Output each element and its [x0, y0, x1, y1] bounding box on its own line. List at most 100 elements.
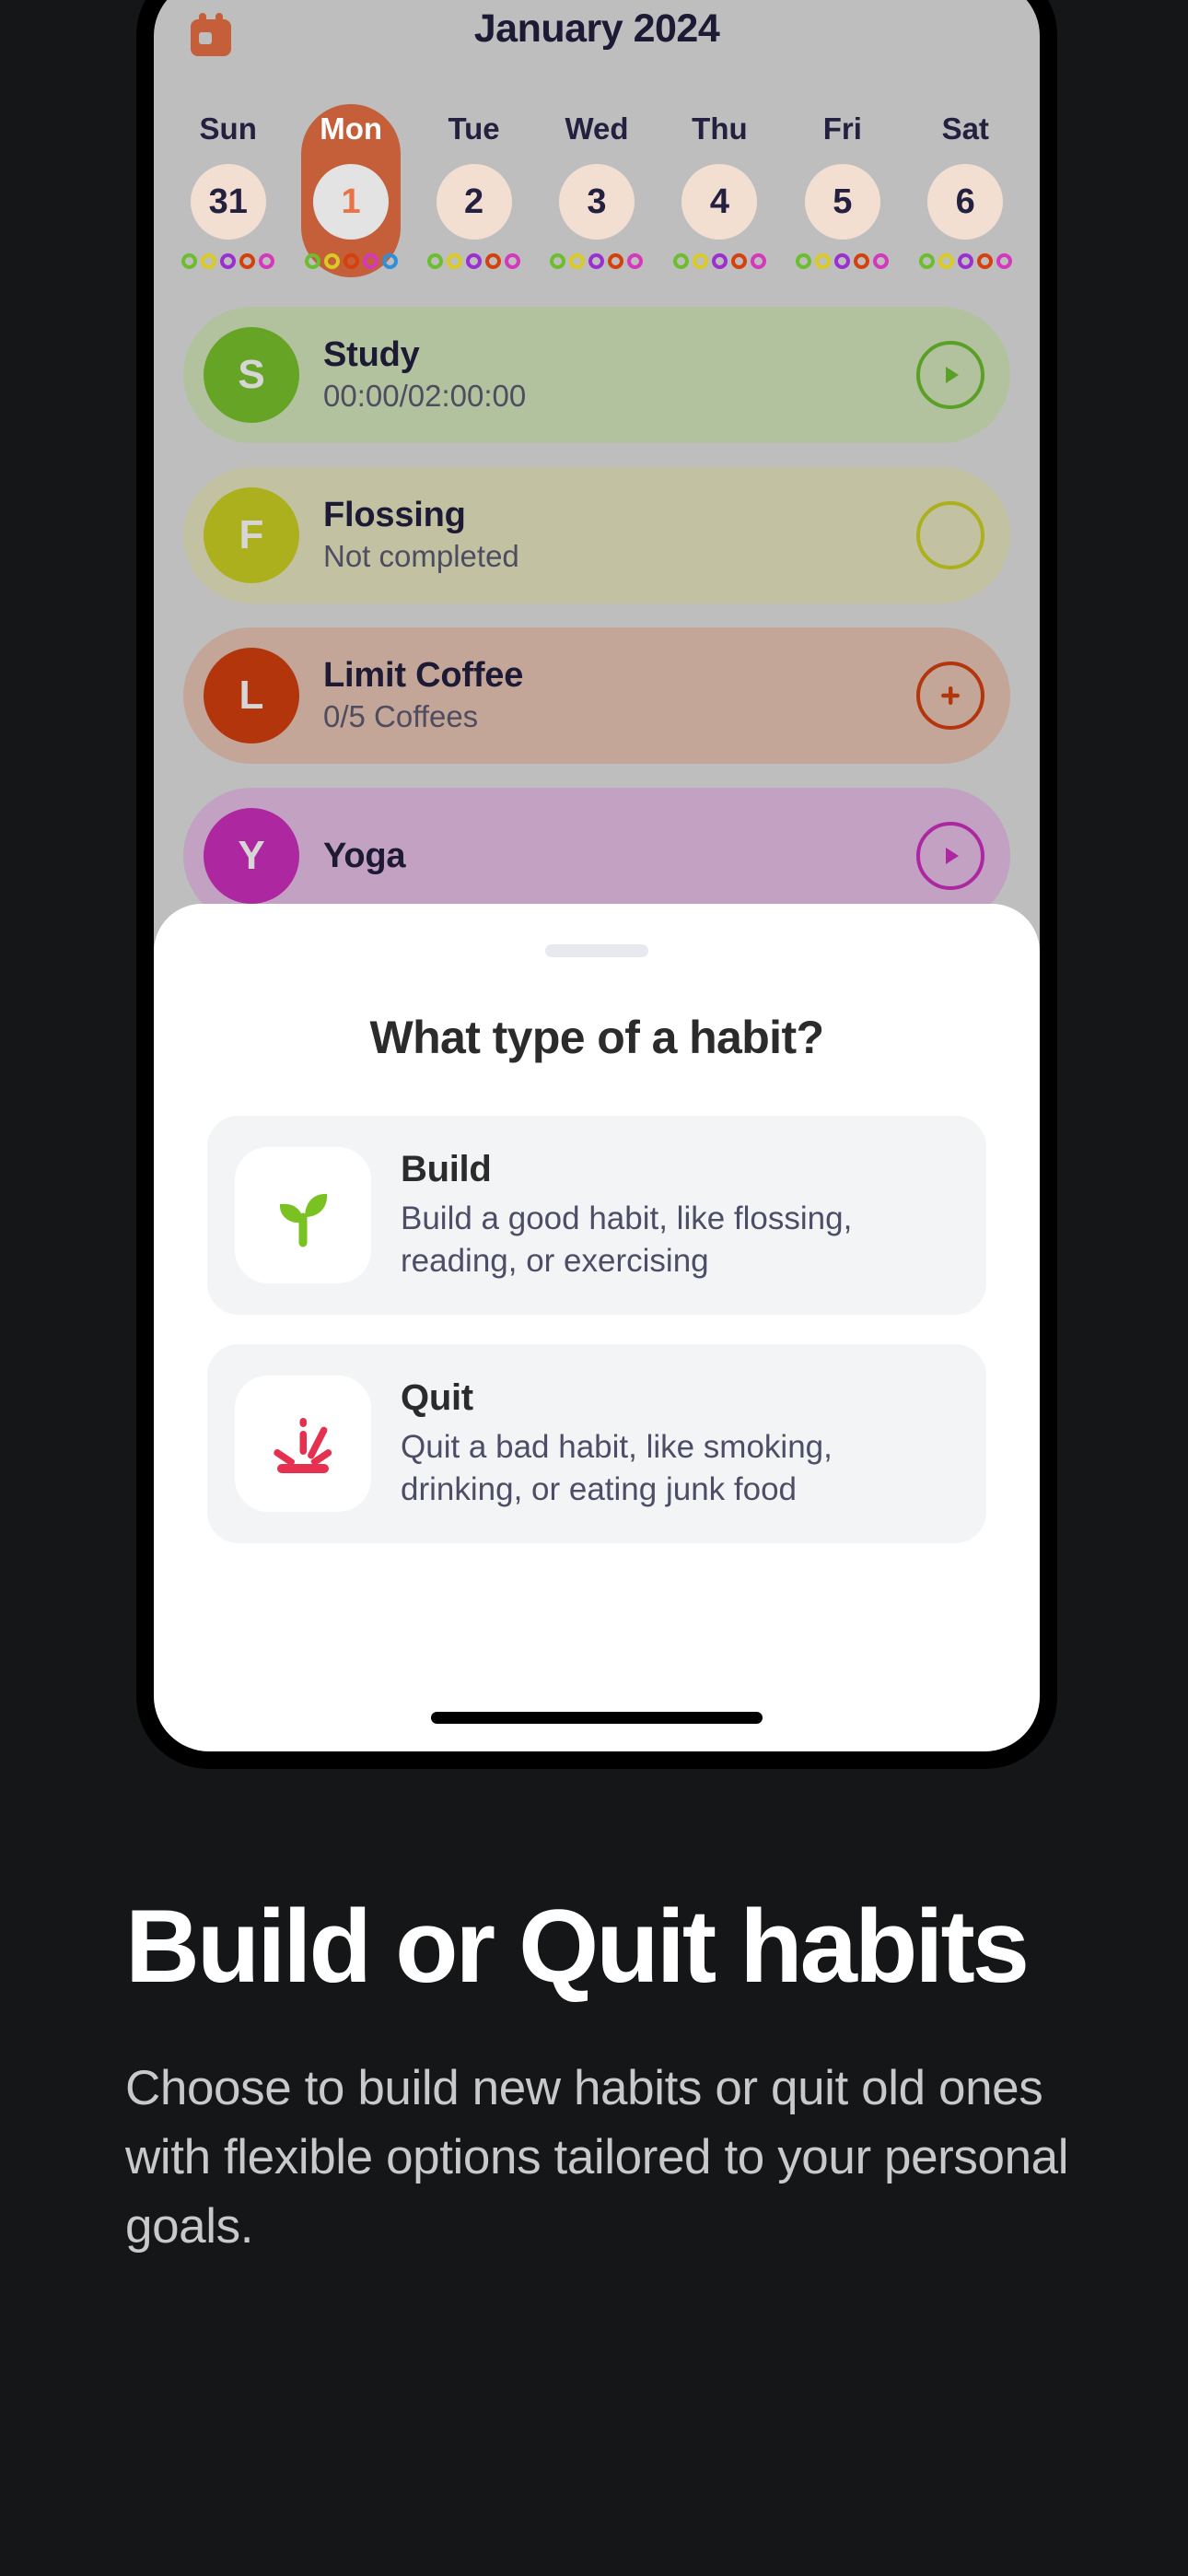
habit-card[interactable]: L Limit Coffee 0/5 Coffees [183, 627, 1010, 764]
habit-progress-dot [427, 253, 444, 269]
day-column[interactable]: Fri 5 [781, 99, 903, 301]
habit-name: Study [323, 334, 420, 374]
day-of-week-label: Fri [822, 111, 862, 146]
habit-progress-dot [730, 253, 747, 269]
habit-progress-dots [672, 253, 766, 269]
app-store-screenshot: January 2024 Sun 31 Mon 1 Tue 2 Wed 3 Thu 4 Fri 5 Sa… [0, 0, 1188, 2576]
habit-progress-dot [362, 253, 379, 269]
habit-progress-dots [918, 253, 1012, 269]
habit-card[interactable]: F Flossing Not completed [183, 467, 1010, 603]
day-number: 3 [558, 164, 635, 240]
habit-progress-dots [796, 253, 890, 269]
option-description: Build a good habit, like flossing, readi… [401, 1200, 853, 1279]
play-icon[interactable] [916, 822, 984, 890]
day-column[interactable]: Mon 1 [289, 99, 412, 301]
habit-progress-dot [201, 253, 217, 269]
habit-progress-dot [550, 253, 566, 269]
marketing-copy: Build or Quit habits Choose to build new… [125, 1889, 1074, 2261]
day-column[interactable]: Thu 4 [658, 99, 781, 301]
habit-progress-dot [485, 253, 502, 269]
habit-texts: Limit Coffee 0/5 Coffees [323, 656, 916, 735]
habit-name: Yoga [323, 836, 406, 875]
habit-texts: Yoga [323, 837, 916, 876]
day-number: 2 [436, 164, 512, 240]
habit-progress-dot [938, 253, 954, 269]
habit-status: Not completed [323, 539, 519, 574]
habit-progress-dots [427, 253, 521, 269]
habit-progress-dots [550, 253, 644, 269]
habit-progress-dot [588, 253, 605, 269]
week-strip: Sun 31 Mon 1 Tue 2 Wed 3 Thu 4 Fri 5 Sat 6 [154, 99, 1040, 301]
play-icon[interactable] [916, 341, 984, 409]
habit-progress-dot [627, 253, 644, 269]
sprout-icon [235, 1147, 371, 1283]
option-text: Build Build a good habit, like flossing, … [401, 1149, 959, 1282]
habit-progress-dot [608, 253, 624, 269]
sheet-title: What type of a habit? [369, 1012, 825, 1063]
day-column[interactable]: Tue 2 [413, 99, 535, 301]
habit-avatar: S [204, 327, 299, 423]
habit-progress-dot [505, 253, 521, 269]
headline: Build or Quit habits [125, 1889, 1030, 2004]
habit-progress-dot [796, 253, 812, 269]
subcopy: Choose to build new habits or quit old o… [125, 2060, 1069, 2254]
habit-avatar: F [204, 487, 299, 583]
day-of-week-label: Wed [565, 111, 629, 146]
habit-progress-dot [239, 253, 256, 269]
option-text: Quit Quit a bad habit, like smoking, drin… [401, 1377, 959, 1510]
habit-progress-dot [815, 253, 832, 269]
app-header: January 2024 [154, 0, 1040, 99]
habit-progress-dots [304, 253, 398, 269]
splat-icon [235, 1376, 371, 1512]
habit-progress-dot [381, 253, 398, 269]
habit-avatar: L [204, 648, 299, 744]
habit-list: S Study 00:00/02:00:00 F Flossing Not complet… [154, 301, 1040, 924]
habit-type-sheet: What type of a habit? Build Build a good … [154, 904, 1040, 1751]
habit-type-option-build[interactable]: Build Build a good habit, like flossing, … [207, 1116, 986, 1315]
phone-frame: January 2024 Sun 31 Mon 1 Tue 2 Wed 3 Thu 4 Fri 5 Sa… [136, 0, 1057, 1769]
option-title: Build [401, 1149, 492, 1189]
day-of-week-label: Sun [199, 111, 257, 146]
habit-progress-dot [323, 253, 340, 269]
option-title: Quit [401, 1377, 473, 1418]
habit-texts: Study 00:00/02:00:00 [323, 335, 916, 415]
option-description: Quit a bad habit, like smoking, drinking… [401, 1429, 833, 1507]
habit-progress-dot [259, 253, 275, 269]
sheet-drag-handle[interactable] [545, 944, 648, 957]
habit-progress-dot [834, 253, 851, 269]
day-number: 31 [190, 164, 266, 240]
day-of-week-label: Mon [320, 111, 383, 146]
habit-progress-dot [711, 253, 728, 269]
habit-progress-dot [873, 253, 890, 269]
habit-progress-dot [466, 253, 483, 269]
habit-progress-dot [957, 253, 973, 269]
habit-progress-dot [672, 253, 689, 269]
checkbox-empty-icon[interactable] [916, 501, 984, 569]
habit-progress-dot [304, 253, 320, 269]
day-of-week-label: Thu [692, 111, 748, 146]
habit-type-option-quit[interactable]: Quit Quit a bad habit, like smoking, drin… [207, 1344, 986, 1543]
day-column[interactable]: Sun 31 [167, 99, 289, 301]
habit-progress-dot [692, 253, 708, 269]
habit-card[interactable]: S Study 00:00/02:00:00 [183, 307, 1010, 443]
day-of-week-label: Sat [941, 111, 989, 146]
day-number: 5 [804, 164, 880, 240]
habit-status: 00:00/02:00:00 [323, 379, 527, 414]
habit-name: Limit Coffee [323, 655, 524, 695]
habit-avatar: Y [204, 808, 299, 904]
habit-progress-dot [976, 253, 993, 269]
phone-screen: January 2024 Sun 31 Mon 1 Tue 2 Wed 3 Thu 4 Fri 5 Sa… [154, 0, 1040, 1751]
habit-progress-dot [750, 253, 766, 269]
day-column[interactable]: Sat 6 [904, 99, 1027, 301]
habit-name: Flossing [323, 495, 466, 534]
plus-icon[interactable] [916, 662, 984, 730]
day-column[interactable]: Wed 3 [535, 99, 658, 301]
habit-progress-dot [220, 253, 237, 269]
habit-texts: Flossing Not completed [323, 496, 916, 575]
habit-progress-dot [569, 253, 586, 269]
habit-progress-dots [181, 253, 275, 269]
home-indicator [431, 1712, 763, 1724]
habit-status: 0/5 Coffees [323, 699, 479, 734]
day-number: 1 [313, 164, 390, 240]
habit-progress-dot [918, 253, 935, 269]
